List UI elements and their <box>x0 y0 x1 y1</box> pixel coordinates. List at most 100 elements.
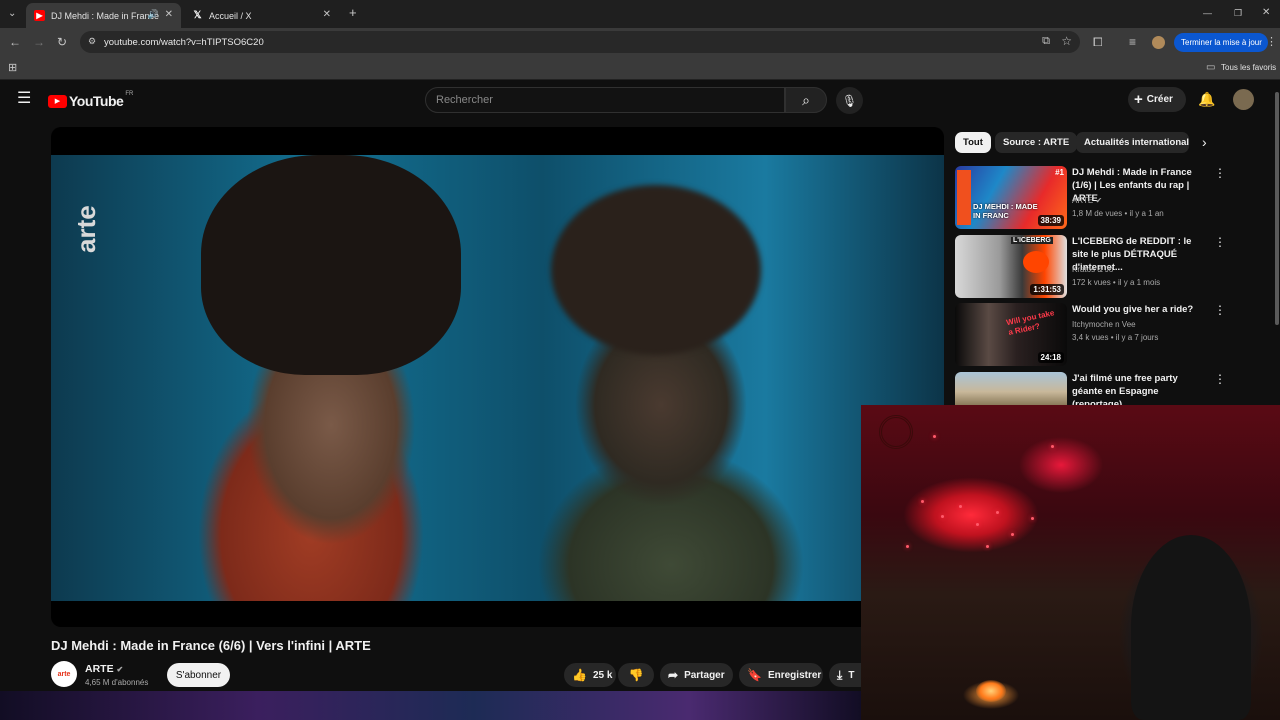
tab-title: DJ Mehdi : Made in France <box>51 10 160 21</box>
more-actions-icon[interactable]: ⋮ <box>1214 303 1226 317</box>
chip-all[interactable]: Tout <box>955 132 991 153</box>
profile-avatar[interactable] <box>1152 36 1165 49</box>
page-scrollbar[interactable] <box>1275 92 1279 325</box>
chevron-right-icon[interactable]: › <box>1202 134 1207 150</box>
site-info-icon[interactable]: ⚙ <box>88 36 96 47</box>
spiral-decoration <box>879 415 913 449</box>
more-actions-icon[interactable]: ⋮ <box>1214 166 1226 180</box>
picture-in-picture-video[interactable] <box>861 405 1280 720</box>
apps-grid-icon[interactable]: ⊞ <box>8 62 17 74</box>
string-light <box>986 545 989 548</box>
notifications-bell-icon[interactable]: 🔔 <box>1198 91 1215 108</box>
reload-icon[interactable]: ↻ <box>57 36 67 48</box>
save-label: Enregistrer <box>767 669 822 681</box>
tab-search-icon[interactable]: ⌄ <box>8 8 16 20</box>
string-light <box>1011 533 1014 536</box>
rec-thumbnail-1[interactable]: DJ MEHDI : MADE IN FRANC #1 38:39 <box>955 166 1067 229</box>
all-bookmarks-link[interactable]: Tous les favoris <box>1221 63 1276 72</box>
rec-thumbnail-4[interactable] <box>955 372 1067 405</box>
thumb-text: Will you take a Rider? <box>1005 308 1056 338</box>
dislike-button[interactable]: 👎 <box>618 663 654 687</box>
string-light <box>1031 517 1034 520</box>
rec-channel-2[interactable]: Kratos & Jo <box>1072 263 1113 276</box>
like-count: 25 k <box>592 669 613 681</box>
video-figure-left <box>201 155 461 375</box>
duration-badge: 1:31:53 <box>1030 284 1064 295</box>
window-close-icon[interactable]: ✕ <box>1262 7 1270 19</box>
rec-channel-1[interactable]: ARTE ✔ <box>1072 194 1102 207</box>
candle-glow <box>976 680 1006 702</box>
rec-meta-2: 172 k vues • il y a 1 mois <box>1072 278 1161 287</box>
string-light <box>906 545 909 548</box>
rec-channel-text: ARTE <box>1072 196 1094 205</box>
address-bar[interactable]: ⚙ youtube.com/watch?v=hTIPTSO6C20 ⧉ ☆ <box>80 31 1080 53</box>
account-avatar[interactable] <box>1233 89 1254 110</box>
update-button[interactable]: Terminer la mise à jour <box>1174 33 1268 52</box>
duration-badge: 24:18 <box>1037 352 1064 363</box>
create-button[interactable]: + Créer <box>1128 87 1186 112</box>
string-light <box>933 435 936 438</box>
rec-title-3[interactable]: Would you give her a ride? <box>1072 303 1210 316</box>
tab-x[interactable]: 𝕏 Accueil / X ✕ <box>184 3 339 28</box>
more-actions-icon[interactable]: ⋮ <box>1214 235 1226 249</box>
download-button[interactable]: ⤓ T <box>829 663 861 687</box>
url-text: youtube.com/watch?v=hTIPTSO6C20 <box>104 36 264 48</box>
audio-playing-icon[interactable]: 🔊 <box>148 9 159 20</box>
search-placeholder: Rechercher <box>436 94 493 106</box>
update-button-label: Terminer la mise à jour <box>1181 38 1262 47</box>
plus-icon: + <box>1134 91 1143 108</box>
bookmark-star-icon[interactable]: ☆ <box>1061 34 1072 48</box>
reading-list-icon[interactable]: ≡ <box>1129 36 1136 48</box>
below-video-image <box>0 691 861 720</box>
chip-international-news[interactable]: Actualités internationales <box>1076 132 1189 153</box>
tab-dj-mehdi[interactable]: ▶ DJ Mehdi : Made in France 🔊 ✕ <box>26 3 181 28</box>
x-favicon-icon: 𝕏 <box>193 10 202 21</box>
thumbs-down-icon: 👎 <box>628 668 644 682</box>
channel-avatar[interactable]: arte <box>51 661 77 687</box>
youtube-play-icon: ▶ <box>48 94 67 108</box>
thumb-text: L'ICEBERG <box>1011 237 1053 244</box>
like-button[interactable]: 👍 25 k <box>564 663 616 687</box>
subscriber-count: 4,65 M d'abonnés <box>85 678 149 687</box>
download-icon: ⤓ <box>837 667 843 682</box>
restore-icon[interactable]: ❐ <box>1234 7 1242 19</box>
rec-thumbnail-3[interactable]: Will you take a Rider? 24:18 <box>955 303 1067 366</box>
hamburger-menu-icon[interactable]: ☰ <box>17 91 31 107</box>
voice-search-button[interactable]: 🎙 <box>836 87 863 114</box>
minimize-icon[interactable]: — <box>1203 7 1212 19</box>
more-actions-icon[interactable]: ⋮ <box>1214 372 1226 386</box>
rank-badge: #1 <box>1055 168 1064 177</box>
thumbs-up-icon: 👍 <box>572 668 587 682</box>
share-button[interactable]: ➦ Partager <box>660 663 733 687</box>
video-player[interactable]: arte <box>51 127 944 627</box>
string-light <box>921 500 924 503</box>
chip-label: Tout <box>963 137 983 148</box>
extensions-icon[interactable]: ⧠ <box>1093 36 1103 48</box>
forward-icon[interactable]: → <box>33 36 45 48</box>
folder-icon: ▭ <box>1206 62 1216 73</box>
save-button[interactable]: 🔖 Enregistrer <box>739 663 823 687</box>
tab-title: Accueil / X <box>209 10 252 21</box>
channel-name[interactable]: ARTE ✔ <box>85 663 123 675</box>
back-icon[interactable]: ← <box>9 36 21 48</box>
rec-thumbnail-2[interactable]: L'ICEBERG 1:31:53 <box>955 235 1067 298</box>
arte-thumb-logo <box>957 170 971 225</box>
search-icon: ⌕ <box>802 91 810 108</box>
new-tab-icon[interactable]: + <box>349 6 357 19</box>
chip-source-arte[interactable]: Source : ARTE <box>995 132 1078 153</box>
search-button[interactable]: ⌕ <box>785 87 827 113</box>
youtube-logo[interactable]: ▶ YouTube FR <box>48 91 133 109</box>
chip-label: Actualités internationales <box>1084 137 1189 148</box>
install-app-icon[interactable]: ⧉ <box>1042 35 1050 48</box>
search-input[interactable]: Rechercher <box>425 87 785 113</box>
tab-close-icon[interactable]: ✕ <box>323 9 331 20</box>
duration-badge: 38:39 <box>1037 215 1064 226</box>
tab-close-icon[interactable]: ✕ <box>165 9 173 20</box>
youtube-header: ☰ ▶ YouTube FR Rechercher ⌕ 🎙 + Créer 🔔 <box>0 80 1280 120</box>
youtube-favicon-icon: ▶ <box>34 10 45 21</box>
string-light <box>976 523 979 526</box>
rec-channel-3[interactable]: Itchymoche n Vee <box>1072 318 1136 331</box>
subscribe-button[interactable]: S'abonner <box>167 663 230 687</box>
rec-meta-3: 3,4 k vues • il y a 7 jours <box>1072 333 1159 342</box>
string-light <box>941 515 944 518</box>
